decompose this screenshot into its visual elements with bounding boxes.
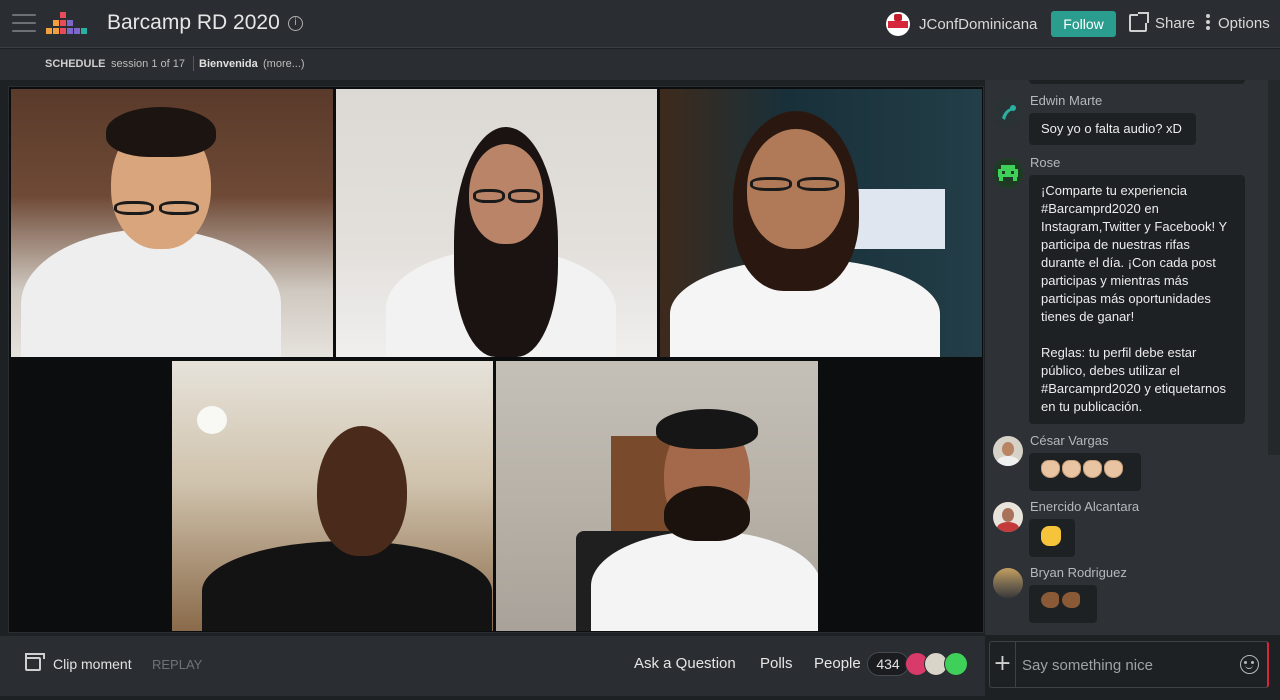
options-label: Options (1218, 14, 1270, 32)
polls-button[interactable]: Polls (760, 655, 793, 672)
headphones-icon (656, 409, 758, 449)
share-button[interactable]: Share (1129, 12, 1196, 32)
clapperboard-icon (25, 653, 45, 671)
plus-icon[interactable]: + (990, 642, 1016, 687)
divider (193, 56, 194, 71)
photo-avatar (993, 568, 1023, 598)
previous-message-bubble (1029, 80, 1245, 84)
top-bar: Barcamp RD 2020 i JConfDominicana Follow… (0, 0, 1280, 48)
video-tile-1[interactable] (10, 88, 334, 358)
glasses (114, 201, 154, 215)
replay-button[interactable]: REPLAY (152, 657, 202, 672)
chat-bubble (1029, 453, 1141, 491)
hamburger-menu-icon[interactable] (12, 14, 36, 34)
flexed-biceps-icon (1062, 592, 1080, 608)
chat-input[interactable] (1022, 654, 1222, 676)
glasses (508, 189, 540, 203)
chat-composer: + (989, 641, 1269, 688)
clapping-hands-icon (1083, 460, 1102, 478)
clapping-hands-icon (1062, 460, 1081, 478)
participant-hair (106, 107, 216, 157)
people-button[interactable]: People (814, 655, 861, 672)
chat-username[interactable]: Enercido Alcantara (1030, 499, 1139, 514)
participant-body (202, 541, 492, 631)
info-icon[interactable]: i (288, 16, 303, 31)
chat-username[interactable]: Rose (1030, 155, 1060, 170)
chat-text: Reglas: tu perfil debe estar público, de… (1041, 345, 1227, 414)
video-tile-4[interactable] (171, 360, 494, 632)
chat-scrollbar[interactable] (1268, 80, 1280, 455)
share-label: Share (1155, 14, 1196, 32)
photo-avatar (993, 502, 1023, 532)
glasses (797, 177, 839, 191)
chat-bubble: ¡Comparte tu experiencia #Barcamprd2020 … (1029, 175, 1245, 424)
chat-bubble: Soy yo o falta audio? xD (1029, 113, 1196, 145)
schedule-label[interactable]: SCHEDULE (45, 58, 106, 70)
glasses (473, 189, 505, 203)
session-title: Bienvenida (199, 58, 258, 70)
green-invader-icon (993, 158, 1023, 188)
clip-moment-label: Clip moment (53, 656, 132, 672)
clapping-hands-icon (1104, 460, 1123, 478)
chat-panel: Edwin Marte Soy yo o falta audio? xD Ros… (985, 80, 1280, 635)
glasses (159, 201, 199, 215)
glasses (750, 177, 792, 191)
schedule-session: session 1 of 17 (111, 58, 185, 70)
chat-text: ¡Comparte tu experiencia #Barcamprd2020 … (1041, 183, 1227, 324)
follow-button[interactable]: Follow (1051, 11, 1116, 37)
flexed-biceps-icon (1041, 592, 1059, 608)
chat-username[interactable]: César Vargas (1030, 433, 1109, 448)
participant-body (591, 531, 818, 631)
options-button[interactable]: Options (1206, 14, 1270, 32)
photo-avatar (993, 436, 1023, 466)
participant-head (317, 426, 407, 556)
org-avatar (886, 12, 910, 36)
chat-username[interactable]: Bryan Rodriguez (1030, 565, 1127, 580)
clapping-hands-icon (1041, 460, 1060, 478)
bottom-toolbar: Clip moment REPLAY Ask a Question Polls … (0, 636, 985, 696)
background-screen (850, 189, 945, 249)
chat-message: Edwin Marte Soy yo o falta audio? xD (993, 93, 1253, 149)
video-stage (8, 86, 984, 633)
share-icon (1129, 12, 1149, 32)
event-logo-icon (46, 12, 87, 34)
participant-beard (664, 486, 750, 541)
chat-message: Enercido Alcantara (993, 499, 1253, 559)
video-tile-3[interactable] (659, 88, 983, 358)
org-name: JConfDominicana (919, 15, 1038, 33)
thumbs-up-icon (1041, 526, 1061, 546)
video-tile-2[interactable] (335, 88, 658, 358)
chat-message: Bryan Rodriguez (993, 565, 1253, 625)
emoji-picker-icon[interactable] (1240, 655, 1259, 674)
attendee-avatar[interactable] (944, 652, 968, 676)
page-title: Barcamp RD 2020 (107, 11, 280, 34)
ceiling-lamp (197, 406, 227, 434)
kebab-menu-icon (1206, 14, 1210, 32)
chat-bubble (1029, 519, 1075, 557)
schedule-bar: SCHEDULE session 1 of 17 Bienvenida (mor… (0, 49, 1280, 80)
org-link[interactable]: JConfDominicana (886, 12, 1037, 36)
clip-moment-button[interactable]: Clip moment (25, 653, 132, 672)
chat-bubble (1029, 585, 1097, 623)
teal-swirl-icon (993, 98, 1023, 128)
chat-username[interactable]: Edwin Marte (1030, 93, 1102, 108)
chat-message: Rose ¡Comparte tu experiencia #Barcamprd… (993, 155, 1253, 425)
ask-question-button[interactable]: Ask a Question (634, 655, 736, 672)
people-count-badge[interactable]: 434 (867, 652, 909, 676)
video-tile-5[interactable] (495, 360, 819, 632)
chat-message: César Vargas (993, 433, 1253, 493)
more-link[interactable]: (more...) (263, 58, 305, 70)
